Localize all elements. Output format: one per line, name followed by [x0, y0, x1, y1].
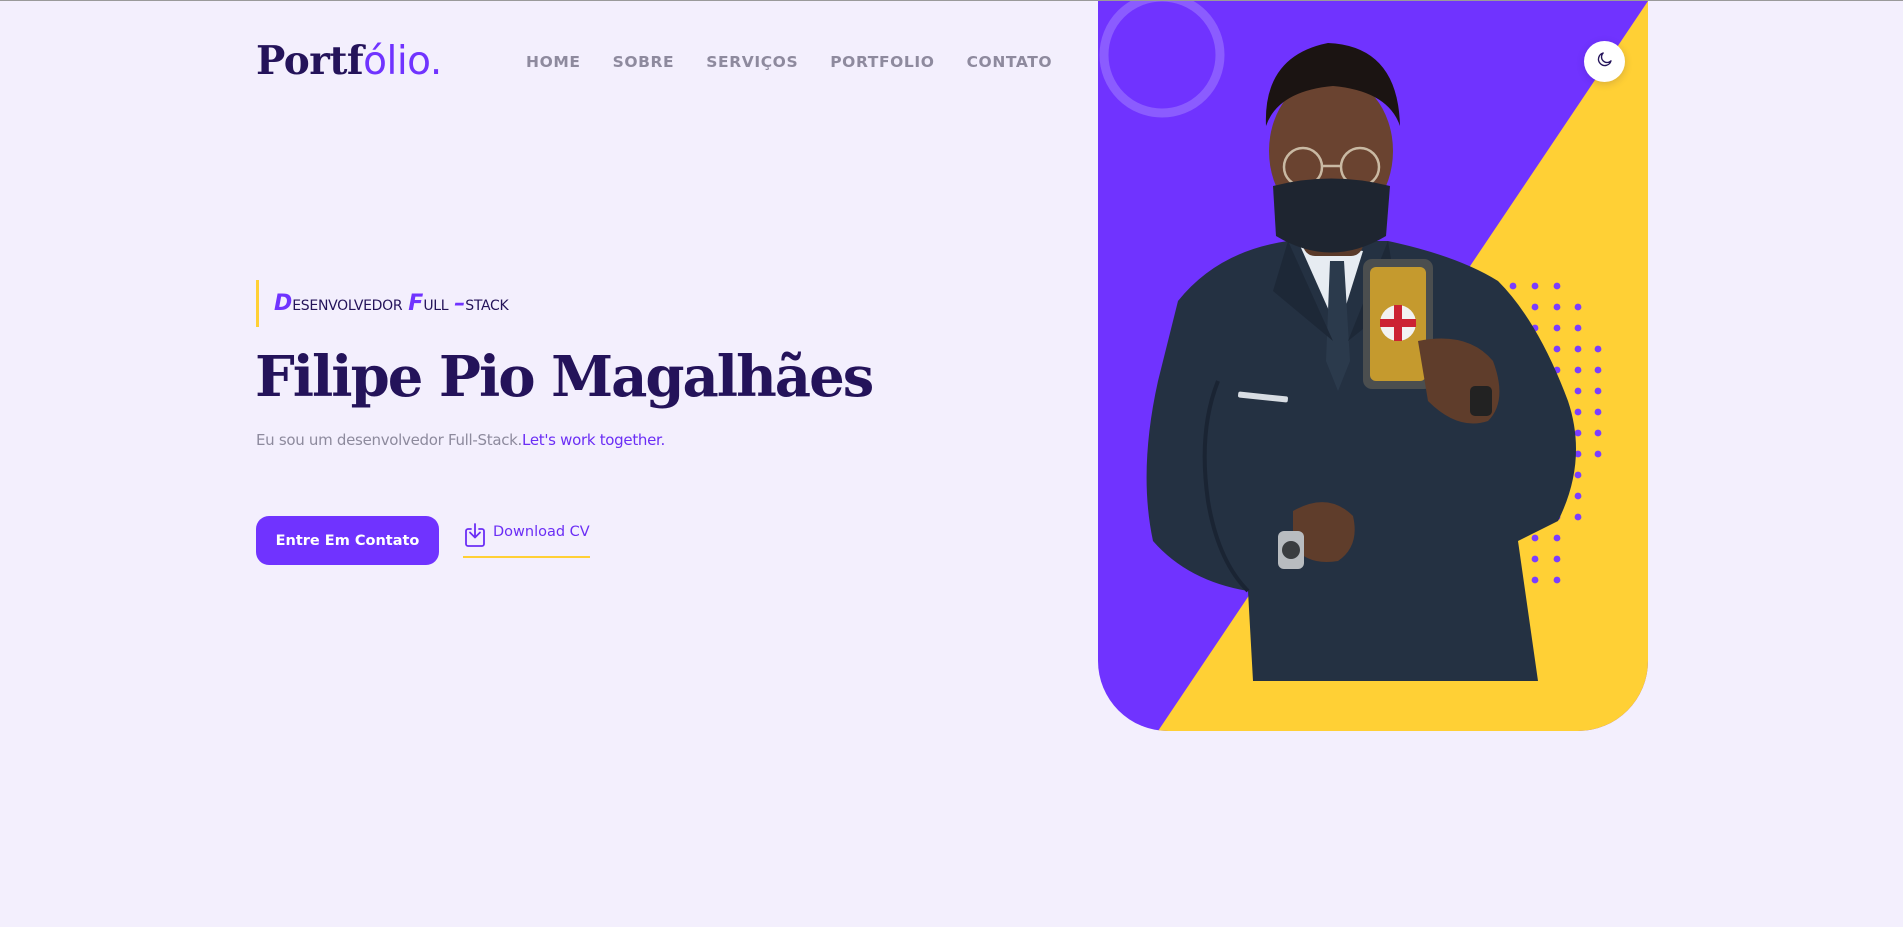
nav-home[interactable]: HOME: [526, 51, 581, 73]
theme-toggle-button[interactable]: [1584, 41, 1625, 82]
role-word-desenvolvedor: D ESENVOLVEDOR: [274, 291, 403, 316]
role-initial-f: F: [408, 291, 424, 316]
logo-main: Portf: [256, 38, 364, 84]
role-subtitle: D ESENVOLVEDOR F ULL – STACK: [256, 280, 509, 327]
nav-contato[interactable]: CONTATO: [967, 51, 1053, 73]
hero-description: Eu sou um desenvolvedor Full-Stack.Let's…: [256, 429, 665, 451]
main-nav: HOME SOBRE SERVIÇOS PORTFOLIO CONTATO: [526, 51, 1052, 73]
nav-portfolio[interactable]: PORTFOLIO: [830, 51, 934, 73]
description-highlight: Let's work together.: [522, 431, 665, 449]
role-rest-esenvolvedor: ESENVOLVEDOR: [292, 298, 403, 314]
role-rest-ull: ULL: [423, 298, 449, 314]
nav-servicos[interactable]: SERVIÇOS: [706, 51, 798, 73]
download-cv-label: Download CV: [493, 524, 590, 540]
role-rest-stack: STACK: [465, 298, 509, 314]
moon-icon: [1596, 50, 1614, 73]
download-cv-button[interactable]: Download CV: [463, 523, 590, 558]
role-dash: –: [454, 291, 466, 316]
contact-button[interactable]: Entre Em Contato: [256, 516, 439, 565]
download-icon: [463, 523, 487, 552]
role-word-stack: – STACK: [454, 291, 508, 316]
hero-photo-card: [1098, 1, 1648, 731]
nav-sobre[interactable]: SOBRE: [613, 51, 675, 73]
hero-name: Filipe Pio Magalhães: [255, 344, 874, 410]
logo[interactable]: Portfólio.: [256, 37, 442, 86]
description-text: Eu sou um desenvolvedor Full-Stack.: [256, 431, 523, 449]
role-word-full: F ULL: [408, 291, 448, 316]
logo-accent: ólio.: [363, 39, 442, 84]
role-initial-d: D: [274, 291, 293, 316]
